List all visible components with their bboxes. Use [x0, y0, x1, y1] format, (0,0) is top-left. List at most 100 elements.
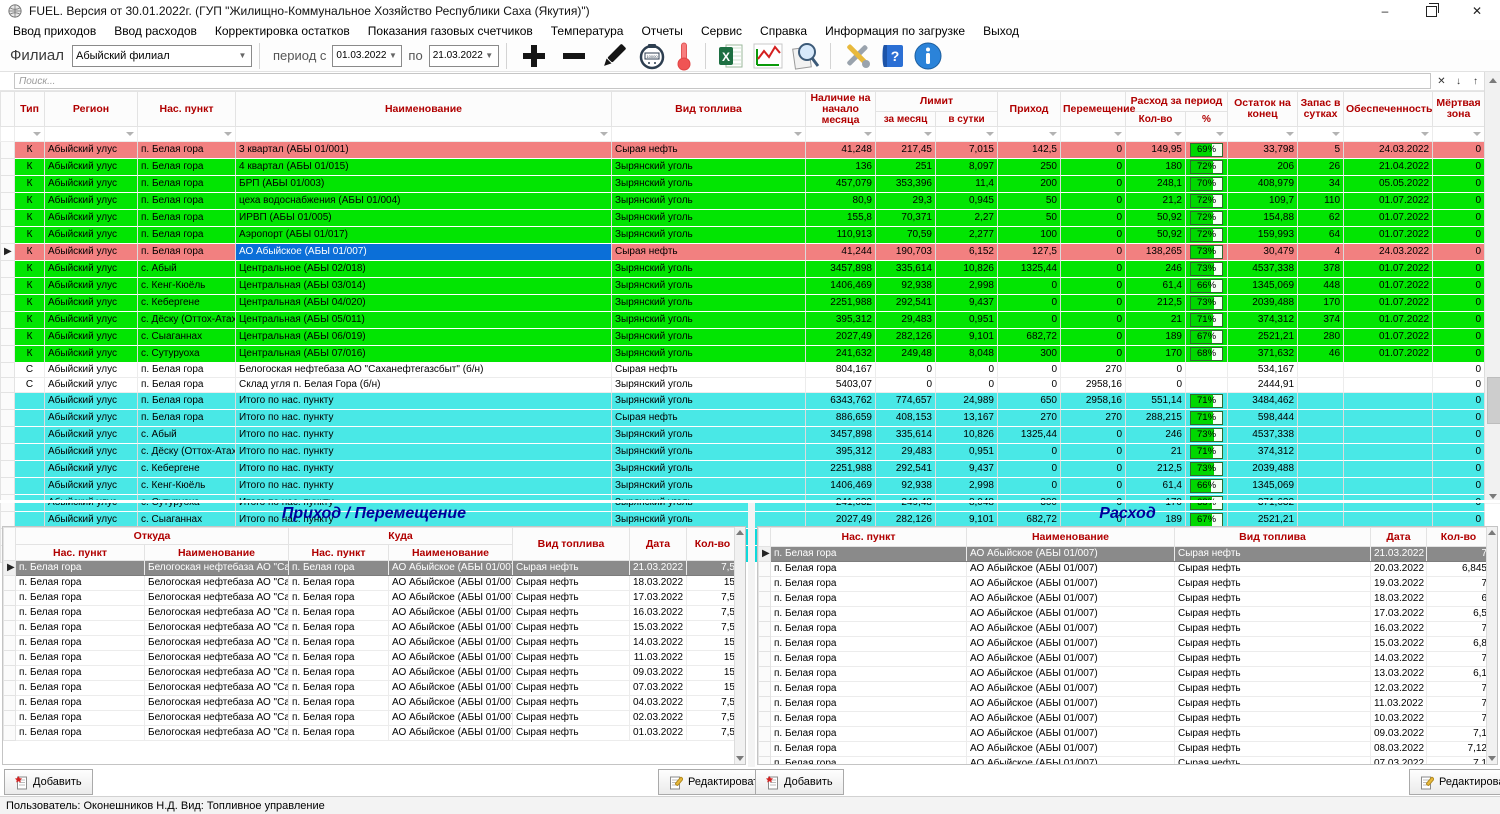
cell[interactable]: 0: [998, 295, 1061, 312]
cell[interactable]: 7: [1427, 577, 1487, 592]
cell[interactable]: 7: [1427, 622, 1487, 637]
column-filter[interactable]: [1298, 127, 1344, 142]
table-row[interactable]: п. Белая гораАО Абыйское (АБЫ 01/007)Сыр…: [759, 757, 1487, 765]
cell[interactable]: Сырая нефть: [1175, 637, 1371, 652]
cell[interactable]: 0: [1061, 329, 1126, 346]
cell[interactable]: Сырая нефть: [1175, 727, 1371, 742]
cell[interactable]: п. Белая гора: [289, 726, 389, 741]
table-row[interactable]: п. Белая гораАО Абыйское (АБЫ 01/007)Сыр…: [759, 592, 1487, 607]
cell[interactable]: п. Белая гора: [771, 667, 967, 682]
row-indicator[interactable]: ▶: [1, 244, 15, 261]
cell[interactable]: 01.07.2022: [1344, 261, 1433, 278]
cell[interactable]: Сырая нефть: [1175, 562, 1371, 577]
cell[interactable]: 01.07.2022: [1344, 312, 1433, 329]
table-row[interactable]: Абыйский улусп. Белая гораИтого по нас. …: [1, 410, 1485, 427]
cell[interactable]: АО Абыйское (АБЫ 01/007): [389, 681, 513, 696]
menu-vyhod[interactable]: Выход: [974, 24, 1028, 38]
cell[interactable]: 7: [1427, 682, 1487, 697]
cell[interactable]: АО Абыйское (АБЫ 01/007): [967, 562, 1175, 577]
cell[interactable]: Сырая нефть: [1175, 667, 1371, 682]
cell[interactable]: 02.03.2022: [630, 711, 687, 726]
cell[interactable]: 17.03.2022: [630, 591, 687, 606]
cell[interactable]: 6,5: [1427, 607, 1487, 622]
cell[interactable]: 29,483: [876, 444, 936, 461]
cell[interactable]: АО Абыйское (АБЫ 01/007): [389, 696, 513, 711]
meter-icon[interactable]: 10000: [637, 41, 667, 71]
cell[interactable]: 3484,462: [1228, 393, 1298, 410]
cell[interactable]: 0: [936, 378, 998, 393]
row-indicator[interactable]: ▶: [4, 561, 16, 576]
cell[interactable]: 6,8: [1427, 637, 1487, 652]
cell[interactable]: К: [15, 193, 45, 210]
search-clear-icon[interactable]: ✕: [1433, 72, 1450, 90]
table-row[interactable]: ▶п. Белая гораАО Абыйское (АБЫ 01/007)Сы…: [759, 547, 1487, 562]
cell[interactable]: Сырая нефть: [513, 621, 630, 636]
tools-icon[interactable]: [841, 41, 873, 71]
column-header-from[interactable]: Откуда: [16, 528, 289, 545]
cell[interactable]: Абыйский улус: [45, 410, 138, 427]
cell[interactable]: 14.03.2022: [1371, 652, 1427, 667]
row-indicator[interactable]: [1, 295, 15, 312]
cell[interactable]: 10.03.2022: [1371, 712, 1427, 727]
cell[interactable]: 0: [998, 312, 1061, 329]
cell[interactable]: АО Абыйское (АБЫ 01/007): [967, 607, 1175, 622]
cell[interactable]: 01.07.2022: [1344, 193, 1433, 210]
cell[interactable]: Белогоская нефтебаза АО "Са: [145, 576, 289, 591]
cell[interactable]: п. Белая гора: [771, 742, 967, 757]
cell[interactable]: Сырая нефть: [1175, 577, 1371, 592]
cell[interactable]: 0,951: [936, 444, 998, 461]
cell[interactable]: 0: [1126, 378, 1186, 393]
cell[interactable]: АО Абыйское (АБЫ 01/007): [236, 244, 612, 261]
cell[interactable]: АО Абыйское (АБЫ 01/007): [389, 666, 513, 681]
cell[interactable]: 2,27: [936, 210, 998, 227]
cell[interactable]: Абыйский улус: [45, 444, 138, 461]
cell[interactable]: Сырая нефть: [612, 142, 806, 159]
cell[interactable]: п. Белая гора: [771, 562, 967, 577]
row-indicator[interactable]: [1, 193, 15, 210]
cell[interactable]: 16.03.2022: [630, 606, 687, 621]
cell[interactable]: ИРВП (АБЫ 01/005): [236, 210, 612, 227]
column-filter[interactable]: [806, 127, 876, 142]
cell[interactable]: 7,12: [1427, 742, 1487, 757]
incoming-vertical-scrollbar[interactable]: [734, 527, 745, 764]
cell[interactable]: Зырянский уголь: [612, 478, 806, 495]
table-row[interactable]: п. Белая гораАО Абыйское (АБЫ 01/007)Сыр…: [759, 637, 1487, 652]
cell[interactable]: 0: [1061, 244, 1126, 261]
cell[interactable]: 2,998: [936, 278, 998, 295]
column-filter[interactable]: [1228, 127, 1298, 142]
cell[interactable]: Итого по нас. пункту: [236, 478, 612, 495]
cell[interactable]: К: [15, 176, 45, 193]
column-filter[interactable]: [998, 127, 1061, 142]
table-row[interactable]: п. Белая гораАО Абыйское (АБЫ 01/007)Сыр…: [759, 577, 1487, 592]
cell[interactable]: 270: [1061, 363, 1126, 378]
cell[interactable]: АО Абыйское (АБЫ 01/007): [967, 682, 1175, 697]
column-header-fuel[interactable]: Вид топлива: [513, 528, 630, 561]
cell[interactable]: Зырянский уголь: [612, 295, 806, 312]
cell[interactable]: Абыйский улус: [45, 478, 138, 495]
table-row[interactable]: п. Белая гораБелогоская нефтебаза АО "Са…: [4, 681, 735, 696]
scrollbar-thumb[interactable]: [1487, 377, 1500, 424]
cell[interactable]: 0: [876, 363, 936, 378]
cell[interactable]: Абыйский улус: [45, 278, 138, 295]
cell[interactable]: 448: [1298, 278, 1344, 295]
cell[interactable]: п. Белая гора: [138, 363, 236, 378]
row-indicator[interactable]: [1, 312, 15, 329]
column-header-limit-day[interactable]: в сутки: [936, 112, 998, 127]
cell[interactable]: АО Абыйское (АБЫ 01/007): [389, 576, 513, 591]
cell[interactable]: АО Абыйское (АБЫ 01/007): [389, 621, 513, 636]
cell[interactable]: АО Абыйское (АБЫ 01/007): [967, 652, 1175, 667]
minimize-button[interactable]: –: [1362, 0, 1408, 22]
cell[interactable]: 0: [1433, 176, 1485, 193]
cell[interactable]: 29,3: [876, 193, 936, 210]
cell[interactable]: АО Абыйское (АБЫ 01/007): [389, 606, 513, 621]
cell[interactable]: 10,826: [936, 427, 998, 444]
panel-splitter[interactable]: [748, 503, 755, 767]
cell[interactable]: 110,913: [806, 227, 876, 244]
row-indicator[interactable]: [759, 577, 771, 592]
scroll-down-icon[interactable]: [735, 753, 745, 764]
cell[interactable]: 15: [687, 651, 735, 666]
cell[interactable]: Белогоская нефтебаза АО "Са: [145, 561, 289, 576]
cell[interactable]: 0: [1433, 329, 1485, 346]
cell[interactable]: 01.07.2022: [1344, 278, 1433, 295]
cell[interactable]: 2521,21: [1228, 329, 1298, 346]
